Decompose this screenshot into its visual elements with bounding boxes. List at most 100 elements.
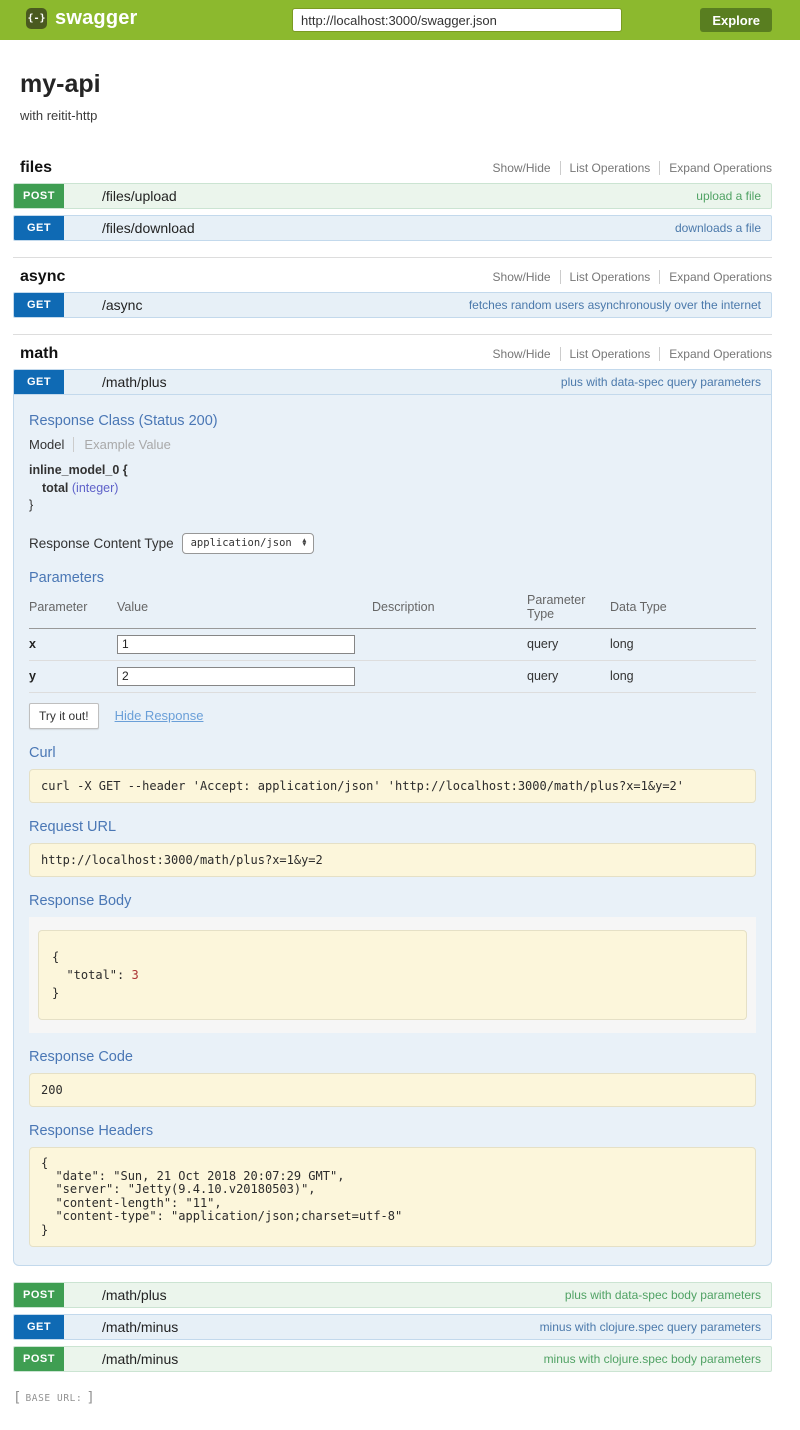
- param-name: y: [29, 660, 117, 692]
- response-class-heading: Response Class (Status 200): [29, 413, 756, 429]
- col-header-value: Value: [117, 590, 372, 629]
- curl-heading: Curl: [29, 745, 756, 761]
- response-headers: { "date": "Sun, 21 Oct 2018 20:07:29 GMT…: [29, 1147, 756, 1248]
- hide-response-link[interactable]: Hide Response: [115, 708, 204, 723]
- footer-base-url-label: BASE URL:: [25, 1393, 82, 1404]
- http-method-badge: POST: [14, 184, 64, 208]
- response-headers-heading: Response Headers: [29, 1123, 756, 1139]
- operation-path[interactable]: /files/upload: [102, 188, 177, 204]
- col-header-parameter: Parameter: [29, 590, 117, 629]
- expand-operations-link[interactable]: Expand Operations: [659, 270, 772, 284]
- param-description: [372, 660, 527, 692]
- param-description: [372, 628, 527, 660]
- response-body-heading: Response Body: [29, 893, 756, 909]
- param-data-type: long: [610, 628, 756, 660]
- operation-summary[interactable]: downloads a file: [675, 221, 761, 235]
- col-header-parameter-type: Parameter Type: [527, 590, 610, 629]
- param-value-input-y[interactable]: [117, 667, 355, 686]
- operation-get-math-minus[interactable]: GET /math/minus minus with clojure.spec …: [13, 1314, 772, 1340]
- operation-post-math-plus[interactable]: POST /math/plus plus with data-spec body…: [13, 1282, 772, 1308]
- http-method-badge: GET: [14, 370, 64, 394]
- col-header-description: Description: [372, 590, 527, 629]
- json-value: 3: [131, 968, 138, 982]
- brand-name: swagger: [55, 7, 138, 30]
- section-controls: Show/Hide List Operations Expand Operati…: [484, 347, 772, 361]
- show-hide-link[interactable]: Show/Hide: [484, 270, 560, 284]
- section-controls: Show/Hide List Operations Expand Operati…: [484, 270, 772, 284]
- col-header-data-type: Data Type: [610, 590, 756, 629]
- operation-path[interactable]: /math/minus: [102, 1351, 178, 1367]
- model-tabs: Model Example Value: [29, 437, 756, 452]
- list-operations-link[interactable]: List Operations: [560, 270, 660, 284]
- list-operations-link[interactable]: List Operations: [560, 347, 660, 361]
- operation-summary[interactable]: minus with clojure.spec body parameters: [544, 1352, 761, 1366]
- operation-path[interactable]: /math/minus: [102, 1319, 178, 1335]
- model-close-line: }: [29, 497, 756, 515]
- operation-path[interactable]: /math/plus: [102, 374, 167, 390]
- section-async: async Show/Hide List Operations Expand O…: [13, 257, 772, 318]
- section-math: math Show/Hide List Operations Expand Op…: [13, 334, 772, 1372]
- request-url: http://localhost:3000/math/plus?x=1&y=2: [29, 843, 756, 877]
- json-open-brace: {: [52, 950, 59, 964]
- json-key: "total":: [52, 968, 131, 982]
- response-content-type-row: Response Content Type application/json ▲…: [29, 533, 756, 554]
- http-method-badge: POST: [14, 1283, 64, 1307]
- expand-operations-link[interactable]: Expand Operations: [659, 347, 772, 361]
- section-controls: Show/Hide List Operations Expand Operati…: [484, 161, 772, 175]
- response-content-type-label: Response Content Type: [29, 536, 174, 551]
- main-content: my-api with reitit-http files Show/Hide …: [0, 70, 800, 1430]
- http-method-badge: GET: [14, 1315, 64, 1339]
- param-value-input-x[interactable]: [117, 635, 355, 654]
- operation-path[interactable]: /math/plus: [102, 1287, 167, 1303]
- explore-button[interactable]: Explore: [700, 8, 772, 32]
- swagger-logo-icon: {-}: [26, 8, 47, 29]
- operation-path[interactable]: /files/download: [102, 220, 195, 236]
- operation-get-files-download[interactable]: GET /files/download downloads a file: [13, 215, 772, 241]
- top-bar: {-} swagger Explore: [0, 0, 800, 40]
- response-body: { "total": 3 }: [38, 930, 747, 1020]
- swagger-brand-link[interactable]: {-} swagger: [26, 7, 138, 30]
- api-description: with reitit-http: [20, 108, 772, 123]
- operation-summary[interactable]: plus with data-spec body parameters: [565, 1288, 761, 1302]
- section-files: files Show/Hide List Operations Expand O…: [13, 159, 772, 241]
- param-type: query: [527, 660, 610, 692]
- operation-get-math-plus[interactable]: GET /math/plus plus with data-spec query…: [13, 369, 772, 395]
- response-content-type-select[interactable]: application/json ▲▼: [182, 533, 314, 554]
- model-prop-name: total: [42, 481, 68, 495]
- http-method-badge: GET: [14, 293, 64, 317]
- operation-get-async[interactable]: GET /async fetches random users asynchro…: [13, 292, 772, 318]
- http-method-badge: GET: [14, 216, 64, 240]
- operation-summary[interactable]: minus with clojure.spec query parameters: [540, 1320, 761, 1334]
- request-url-heading: Request URL: [29, 819, 756, 835]
- response-code: 200: [29, 1073, 756, 1107]
- spec-url-input[interactable]: [292, 8, 622, 32]
- model-signature: inline_model_0 { total (integer) }: [29, 462, 756, 515]
- section-title-files[interactable]: files: [20, 159, 52, 177]
- model-open-line: inline_model_0 {: [29, 462, 756, 480]
- section-title-async[interactable]: async: [20, 268, 65, 286]
- operation-summary[interactable]: fetches random users asynchronously over…: [469, 298, 761, 312]
- api-title: my-api: [20, 70, 772, 99]
- operation-post-files-upload[interactable]: POST /files/upload upload a file: [13, 183, 772, 209]
- response-body-container: { "total": 3 }: [29, 917, 756, 1033]
- list-operations-link[interactable]: List Operations: [560, 161, 660, 175]
- footer-open-bracket: [: [13, 1390, 21, 1406]
- curl-command: curl -X GET --header 'Accept: applicatio…: [29, 769, 756, 803]
- tab-model[interactable]: Model: [29, 437, 73, 452]
- selected-content-type: application/json: [191, 537, 292, 549]
- model-prop-type: (integer): [72, 481, 119, 495]
- operation-summary[interactable]: plus with data-spec query parameters: [561, 375, 761, 389]
- show-hide-link[interactable]: Show/Hide: [484, 161, 560, 175]
- param-name: x: [29, 628, 117, 660]
- operation-post-math-minus[interactable]: POST /math/minus minus with clojure.spec…: [13, 1346, 772, 1372]
- parameters-heading: Parameters: [29, 570, 756, 586]
- show-hide-link[interactable]: Show/Hide: [484, 347, 560, 361]
- expand-operations-link[interactable]: Expand Operations: [659, 161, 772, 175]
- section-title-math[interactable]: math: [20, 345, 58, 363]
- base-url-footer: [ BASE URL: ]: [13, 1390, 772, 1406]
- try-it-out-button[interactable]: Try it out!: [29, 703, 99, 729]
- parameters-table: Parameter Value Description Parameter Ty…: [29, 590, 756, 693]
- operation-summary[interactable]: upload a file: [696, 189, 761, 203]
- tab-example-value[interactable]: Example Value: [73, 437, 170, 452]
- operation-path[interactable]: /async: [102, 297, 142, 313]
